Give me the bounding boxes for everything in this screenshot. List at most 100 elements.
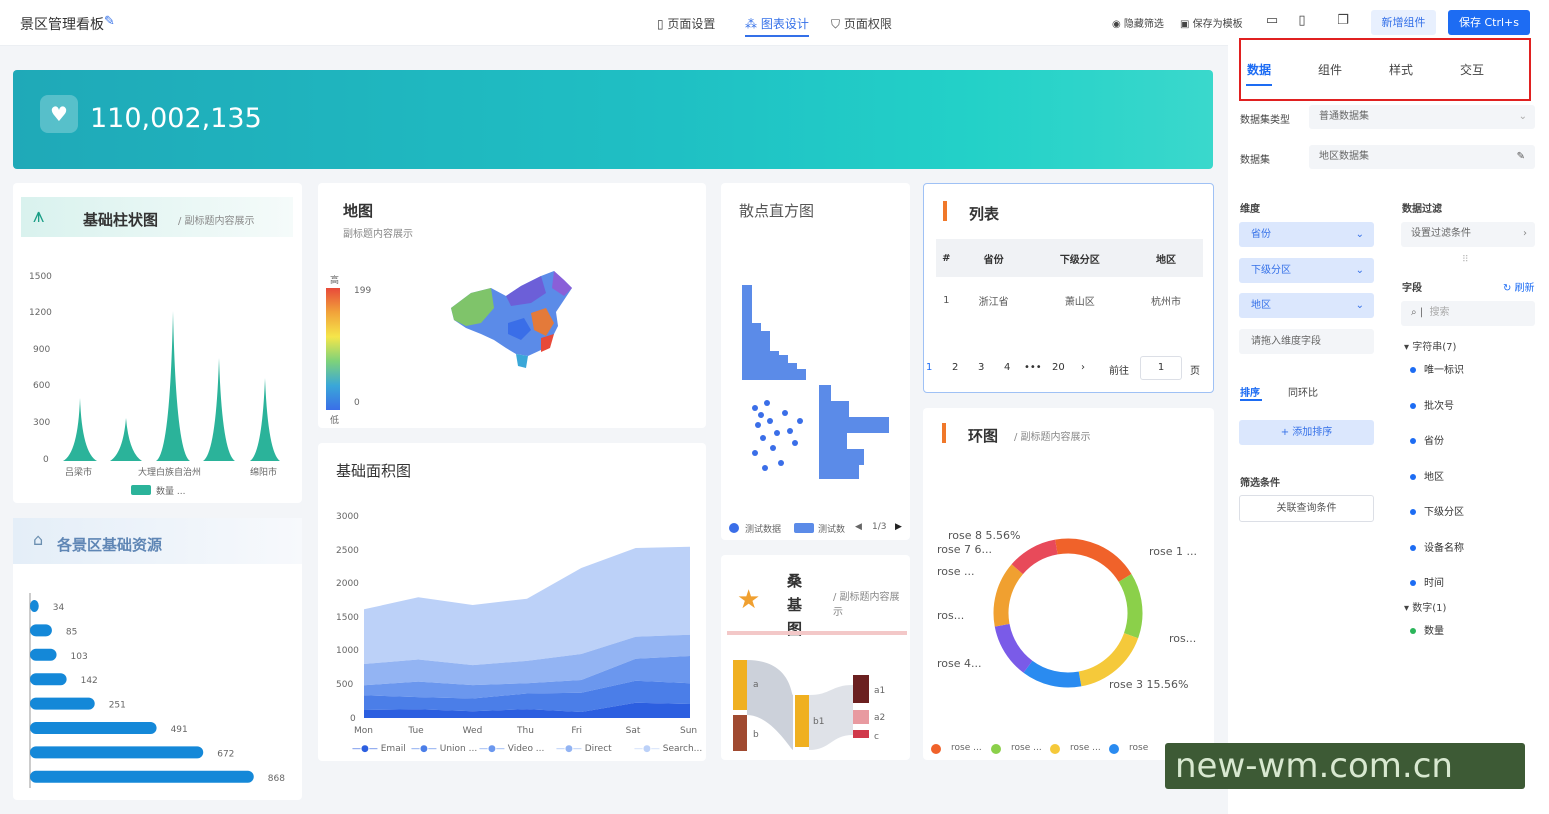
page-title: 景区管理看板 [20,17,104,33]
tab-sort[interactable]: 排序 [1240,384,1260,399]
ring-segment [993,538,1143,688]
scatter-legend[interactable]: 测试数据 [745,522,781,535]
ring-label: ros... [937,609,965,622]
goto-page-input[interactable]: 1 [1140,356,1182,380]
tab-page-permission[interactable]: ⛉ 页面权限 [831,15,892,32]
x-tick: Sat [625,726,641,736]
field-search-input[interactable]: ⌕ | 搜索 [1401,301,1535,326]
dimension-chip[interactable]: 地区 ⌄ [1239,293,1374,318]
page-link[interactable]: 20 [1052,362,1065,373]
ring-legend[interactable]: rose ... [1070,743,1101,753]
edit-title-icon[interactable]: ✎ [104,14,115,29]
spike-bar [203,358,235,461]
tab-yoy[interactable]: 同环比 [1288,384,1318,399]
dataset-type-select[interactable]: 普通数据集 ⌄ [1309,105,1535,129]
area-chart-card[interactable]: 基础面积图 3000 2500 2000 1500 1000 500 0 Mon Tue Wed… [318,443,706,761]
scatter-point [758,412,764,418]
legend-item[interactable]: —●— Search... [634,744,702,754]
y-tick: 1500 [336,612,359,623]
bar-chart-card[interactable]: ⩚ 基础柱状图 / 副标题内容展示 1500 1200 900 600 300 … [13,183,302,503]
tab-data[interactable]: 数据 [1247,61,1271,78]
hist-bar [779,355,788,380]
list-card[interactable]: 列表 # 省份 下级分区 地区 1 浙江省 萧山区 杭州市 1 2 3 4 ••… [923,183,1214,393]
field-item[interactable]: 省份 [1410,432,1444,447]
legend-label[interactable]: 数量 ... [156,484,185,497]
add-sort-button[interactable]: + 添加排序 [1239,420,1374,445]
legend-item[interactable]: —●— Direct [556,744,612,754]
goto-label: 前往 [1109,366,1129,377]
add-component-button[interactable]: 新增组件 [1371,10,1436,35]
legend-item[interactable]: —●— Email [352,744,406,754]
legend-min: 0 [354,398,360,408]
save-button[interactable]: 保存 Ctrl+s [1448,10,1530,35]
ring-legend[interactable]: rose ... [1011,743,1042,753]
page-suffix: 页 [1190,366,1200,377]
table-row[interactable]: 1 浙江省 萧山区 杭州市 [936,277,1203,323]
tab-component[interactable]: 组件 [1318,61,1342,78]
kpi-banner[interactable]: ♥ 110,002,135 [13,70,1213,169]
field-item[interactable]: 数量 [1410,622,1444,637]
field-item[interactable]: 设备名称 [1410,539,1464,554]
desktop-view-icon[interactable]: ▭ [1263,13,1281,29]
scatter-card[interactable]: 散点直方图 测试数据 测试数 ◀ 1/3 ▶ [721,183,910,540]
legend-low: 低 [330,416,340,426]
dimension-dropzone[interactable]: 请拖入维度字段 [1239,329,1374,354]
filter-label: 筛选条件 [1240,478,1280,489]
ring-legend[interactable]: rose [1129,743,1148,753]
scatter-point [787,428,793,434]
x-tick: Wed [462,726,483,736]
field-item[interactable]: 唯一标识 [1410,361,1464,376]
resource-card[interactable]: ⌂ 各景区基础资源 34 85 103 142 251 491 672 868 [13,518,302,800]
save-template-button[interactable]: ▣ 保存为模板 [1180,15,1243,30]
legend-item[interactable]: —●— Video ... [479,744,544,754]
legend-item[interactable]: —●— Union ... [411,744,477,754]
dimension-chip[interactable]: 省份 ⌄ [1239,222,1374,247]
next-page-icon[interactable]: ▶ [895,522,902,532]
page-link[interactable]: 3 [978,362,984,373]
ring-segment [993,538,1143,688]
tab-page-settings[interactable]: ▯ 页面设置 [657,15,715,32]
column-header: 下级分区 [1030,239,1130,277]
field-item[interactable]: 地区 [1410,468,1444,483]
prev-page-icon[interactable]: ◀ [855,522,862,532]
number-group[interactable]: ▾ 数字(1) [1404,599,1446,614]
tab-style[interactable]: 样式 [1389,61,1413,78]
field-item[interactable]: 下级分区 [1410,503,1464,518]
tab-chart-design[interactable]: ⁂ 图表设计 [745,15,809,37]
page-ellipsis[interactable]: ••• [1024,362,1042,373]
map-card[interactable]: 地图 副标题内容展示 高 199 0 低 [318,183,706,428]
field-item[interactable]: 批次号 [1410,397,1454,412]
ring-chart-card[interactable]: 环图 / 副标题内容展示 rose 8 5.56% rose 7 6... ro… [923,408,1214,760]
refresh-button[interactable]: ↻ 刷新 [1503,279,1535,294]
sankey-node-label: b1 [813,717,825,727]
next-page-icon[interactable]: › [1081,362,1085,373]
sankey-card[interactable]: ★ 桑基图 / 副标题内容展示 a b b1 a1 a2 c [721,555,910,760]
map-legend-gradient[interactable] [326,288,340,410]
hide-filter-button[interactable]: ◉ 隐藏筛选 [1112,15,1164,30]
tablet-view-icon[interactable]: ▯ [1293,13,1311,29]
hist-bar-h [819,449,864,465]
link-query-button[interactable]: 关联查询条件 [1239,495,1374,522]
ring-legend[interactable]: rose ... [951,743,982,753]
dataset-select[interactable]: 地区数据集 ✎ [1309,145,1535,169]
data-filter-select[interactable]: 设置过滤条件 › [1401,222,1535,247]
ring-title: 环图 [968,427,999,445]
scatter-legend[interactable]: 测试数 [818,522,845,535]
hbar-label: 85 [66,627,77,637]
page-link[interactable]: 1 [926,362,932,373]
x-tick: Thu [517,726,534,736]
drag-handle-icon[interactable]: ⠿ [1462,255,1469,265]
china-map-svg[interactable] [446,268,581,373]
page-link[interactable]: 4 [1004,362,1010,373]
sankey-node-label: b [753,730,759,740]
legend-dot [1050,744,1060,754]
string-group[interactable]: ▾ 字符串(7) [1404,338,1456,353]
legend-dot [1109,744,1119,754]
field-item[interactable]: 时间 [1410,574,1444,589]
tab-interaction[interactable]: 交互 [1460,61,1484,78]
column-header: 地区 [1129,239,1203,277]
dimension-chip[interactable]: 下级分区 ⌄ [1239,258,1374,283]
page-link[interactable]: 2 [952,362,958,373]
copy-icon[interactable]: ❐ [1334,13,1352,29]
sankey-subtitle: / 副标题内容展示 [833,592,900,618]
